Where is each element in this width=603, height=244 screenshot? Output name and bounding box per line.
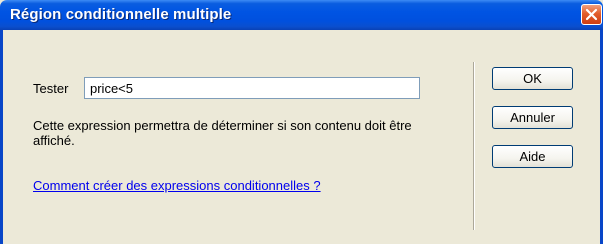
vertical-separator bbox=[473, 62, 475, 230]
window-title: Région conditionnelle multiple bbox=[10, 6, 232, 23]
dialog-window: Région conditionnelle multiple Tester Ce… bbox=[0, 0, 603, 244]
window-frame-left bbox=[0, 30, 3, 244]
help-link[interactable]: Comment créer des expressions conditionn… bbox=[33, 178, 321, 193]
cancel-button[interactable]: Annuler bbox=[492, 106, 573, 129]
description-text: Cette expression permettra de déterminer… bbox=[33, 118, 412, 148]
test-label: Tester bbox=[33, 81, 69, 96]
test-expression-input[interactable] bbox=[84, 77, 420, 99]
title-bar[interactable]: Région conditionnelle multiple bbox=[0, 0, 603, 30]
help-button[interactable]: Aide bbox=[492, 145, 573, 168]
ok-button[interactable]: OK bbox=[492, 67, 573, 90]
close-button[interactable] bbox=[581, 4, 602, 25]
close-icon bbox=[585, 8, 598, 21]
